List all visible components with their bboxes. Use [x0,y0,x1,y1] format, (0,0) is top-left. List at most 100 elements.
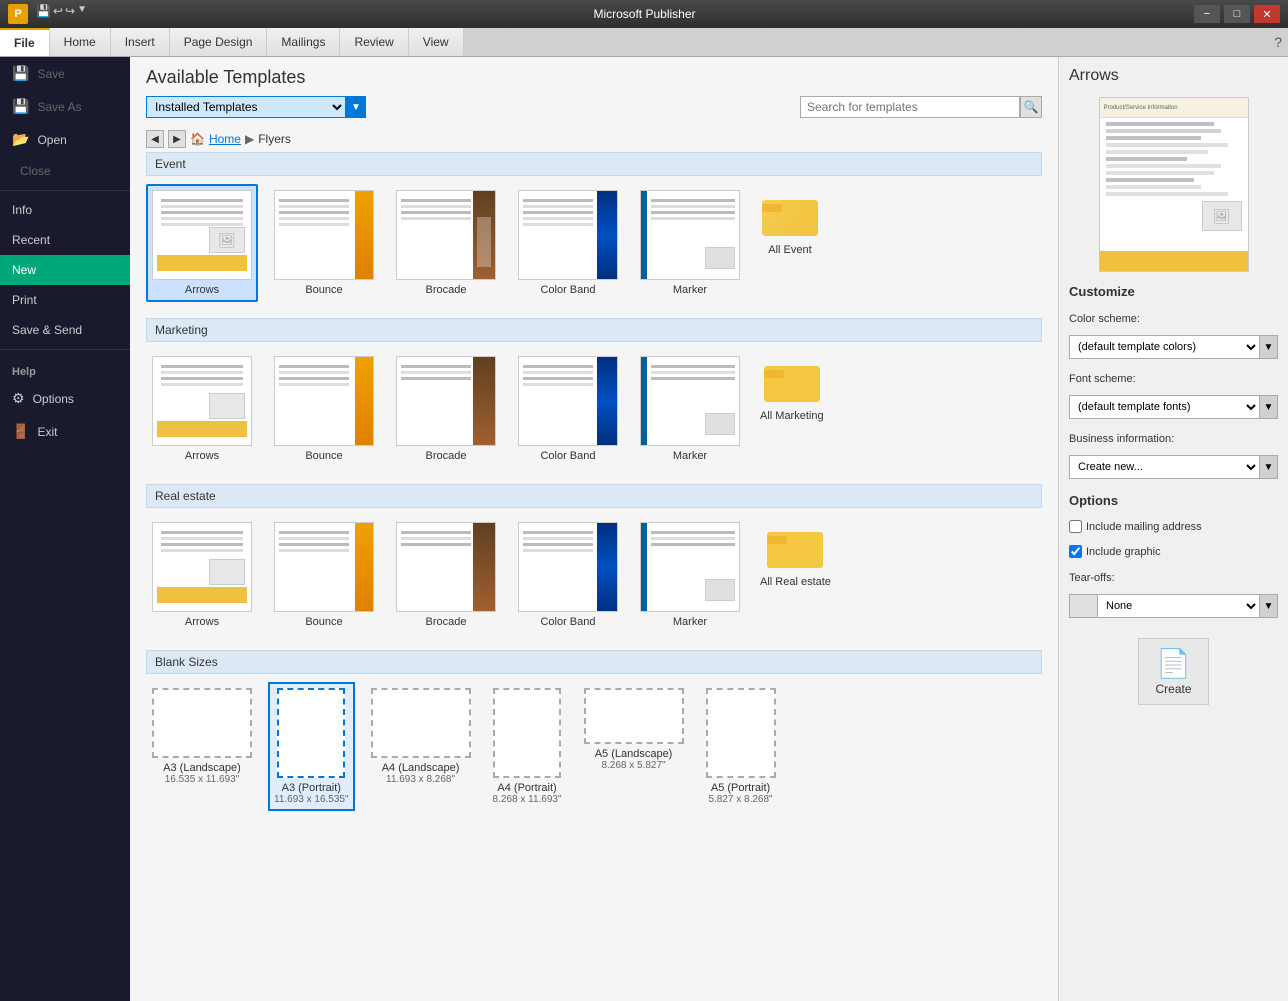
realestate-template-grid: Arrows Boun [146,516,1042,634]
folder-all-event[interactable]: All Event [756,184,824,302]
options-icon: ⚙ [12,390,25,407]
blank-sizes-grid: A3 (Landscape) 16.535 x 11.693" A3 (Port… [146,682,1042,811]
template-event-arrows[interactable]: 🖼 Arrows [146,184,258,302]
blank-a5-portrait[interactable]: A5 (Portrait) 5.827 x 8.268" [700,682,782,811]
tab-mailings[interactable]: Mailings [267,28,340,56]
back-button[interactable]: ◀ [146,130,164,148]
font-scheme-select[interactable]: (default template fonts) [1070,396,1259,418]
template-realestate-arrows[interactable]: Arrows [146,516,258,634]
template-thumb-marker [640,190,740,280]
blank-a4-landscape[interactable]: A4 (Landscape) 11.693 x 8.268" [365,682,477,811]
folder-all-realestate[interactable]: All Real estate [756,516,835,634]
home-icon[interactable]: 🏠 [190,132,205,146]
business-info-arrow[interactable]: ▼ [1259,456,1277,478]
forward-button[interactable]: ▶ [168,130,186,148]
saveas-icon: 💾 [12,98,29,115]
sidebar-item-info[interactable]: Info [0,195,130,225]
qs-undo[interactable]: ↩ [53,4,63,24]
minimize-button[interactable]: − [1194,5,1220,23]
template-source-select[interactable]: Installed Templates Online Templates [146,96,346,118]
breadcrumb-home-link[interactable]: Home [209,132,241,146]
include-graphic-label[interactable]: Include graphic [1086,546,1161,558]
template-marketing-marker[interactable]: Marker [634,350,746,468]
search-button[interactable]: 🔍 [1020,96,1042,118]
sidebar-item-recent[interactable]: Recent [0,225,130,255]
template-marketing-bounce[interactable]: Bounce [268,350,380,468]
template-marketing-arrows[interactable]: Arrows [146,350,258,468]
template-realestate-marker[interactable]: Marker [634,516,746,634]
blank-a3-portrait[interactable]: A3 (Portrait) 11.693 x 16.535" [268,682,355,811]
help-icon[interactable]: ? [1274,34,1282,50]
sidebar-item-new[interactable]: New [0,255,130,285]
window-title: Microsoft Publisher [95,7,1194,21]
template-realestate-colorband[interactable]: Color Band [512,516,624,634]
template-preview: Product/Service Information 🖼 [1099,97,1249,272]
font-scheme-label: Font scheme: [1069,373,1278,385]
sidebar-item-open[interactable]: 📂 Open [0,123,130,156]
save-icon: 💾 [12,65,29,82]
qs-save[interactable]: 💾 [36,4,51,24]
event-template-grid: 🖼 Arrows [146,184,1042,302]
business-info-select[interactable]: Create new... [1070,456,1259,478]
qs-redo[interactable]: ↪ [65,4,75,24]
template-marketing-colorband[interactable]: Color Band [512,350,624,468]
maximize-button[interactable]: □ [1224,5,1250,23]
tearoffs-wrapper: None ▼ [1069,594,1278,618]
search-input[interactable] [800,96,1020,118]
template-realestate-brocade[interactable]: Brocade [390,516,502,634]
create-button[interactable]: 📄 Create [1138,638,1208,705]
preview-placeholder-icon: 🖼 [1213,208,1231,225]
tearoffs-select[interactable]: None [1098,595,1259,617]
sidebar: 💾 Save 💾 Save As 📂 Open Close Info Recen… [0,57,130,1001]
blank-a5-landscape[interactable]: A5 (Landscape) 8.268 x 5.827" [578,682,690,811]
include-mailing-label[interactable]: Include mailing address [1086,521,1202,533]
folder-all-marketing[interactable]: All Marketing [756,350,828,468]
template-event-bounce[interactable]: Bounce [268,184,380,302]
create-icon: 📄 [1156,647,1191,680]
sidebar-item-save-send[interactable]: Save & Send [0,315,130,345]
blank-a3-landscape[interactable]: A3 (Landscape) 16.535 x 11.693" [146,682,258,811]
close-button[interactable]: ✕ [1254,5,1280,23]
color-scheme-wrapper: (default template colors) ▼ [1069,335,1278,359]
template-event-marker[interactable]: Marker [634,184,746,302]
app-icon: P [8,4,28,24]
folder-label-event: All Event [768,244,811,256]
sidebar-item-saveas[interactable]: 💾 Save As [0,90,130,123]
blank-a4-portrait[interactable]: A4 (Portrait) 8.268 x 11.693" [487,682,568,811]
include-graphic-checkbox[interactable] [1069,545,1082,558]
breadcrumb: ◀ ▶ 🏠 Home ▶ Flyers [130,126,1058,152]
include-graphic-row: Include graphic [1069,545,1278,558]
sidebar-item-save[interactable]: 💾 Save [0,57,130,90]
tab-home[interactable]: Home [50,28,111,56]
template-thumb-colorband [518,190,618,280]
template-label-bounce: Bounce [305,284,342,296]
tearoffs-arrow[interactable]: ▼ [1259,595,1277,617]
include-mailing-checkbox[interactable] [1069,520,1082,533]
right-panel-title: Arrows [1069,67,1278,85]
folder-icon-event [760,188,820,240]
tab-insert[interactable]: Insert [111,28,170,56]
page-title: Available Templates [146,67,1042,88]
color-scheme-arrow[interactable]: ▼ [1259,336,1277,358]
sidebar-item-exit[interactable]: 🚪 Exit [0,415,130,448]
section-header-marketing: Marketing [146,318,1042,342]
template-event-colorband[interactable]: Color Band [512,184,624,302]
tab-page-design[interactable]: Page Design [170,28,268,56]
sidebar-item-print[interactable]: Print [0,285,130,315]
template-source-arrow[interactable]: ▼ [346,96,366,118]
tab-review[interactable]: Review [340,28,408,56]
tab-view[interactable]: View [409,28,464,56]
template-thumb-arrows: 🖼 [152,190,252,280]
template-event-brocade[interactable]: Brocade [390,184,502,302]
tearoffs-label: Tear-offs: [1069,572,1278,584]
sidebar-item-options[interactable]: ⚙ Options [0,382,130,415]
template-realestate-bounce[interactable]: Bounce [268,516,380,634]
tab-file[interactable]: File [0,28,50,56]
template-marketing-brocade[interactable]: Brocade [390,350,502,468]
templates-scroll[interactable]: Event 🖼 [130,152,1058,1001]
search-box: 🔍 [800,96,1042,118]
qs-more[interactable]: ▼ [77,4,87,24]
font-scheme-arrow[interactable]: ▼ [1259,396,1277,418]
color-scheme-select[interactable]: (default template colors) [1070,336,1259,358]
sidebar-item-close[interactable]: Close [0,156,130,186]
